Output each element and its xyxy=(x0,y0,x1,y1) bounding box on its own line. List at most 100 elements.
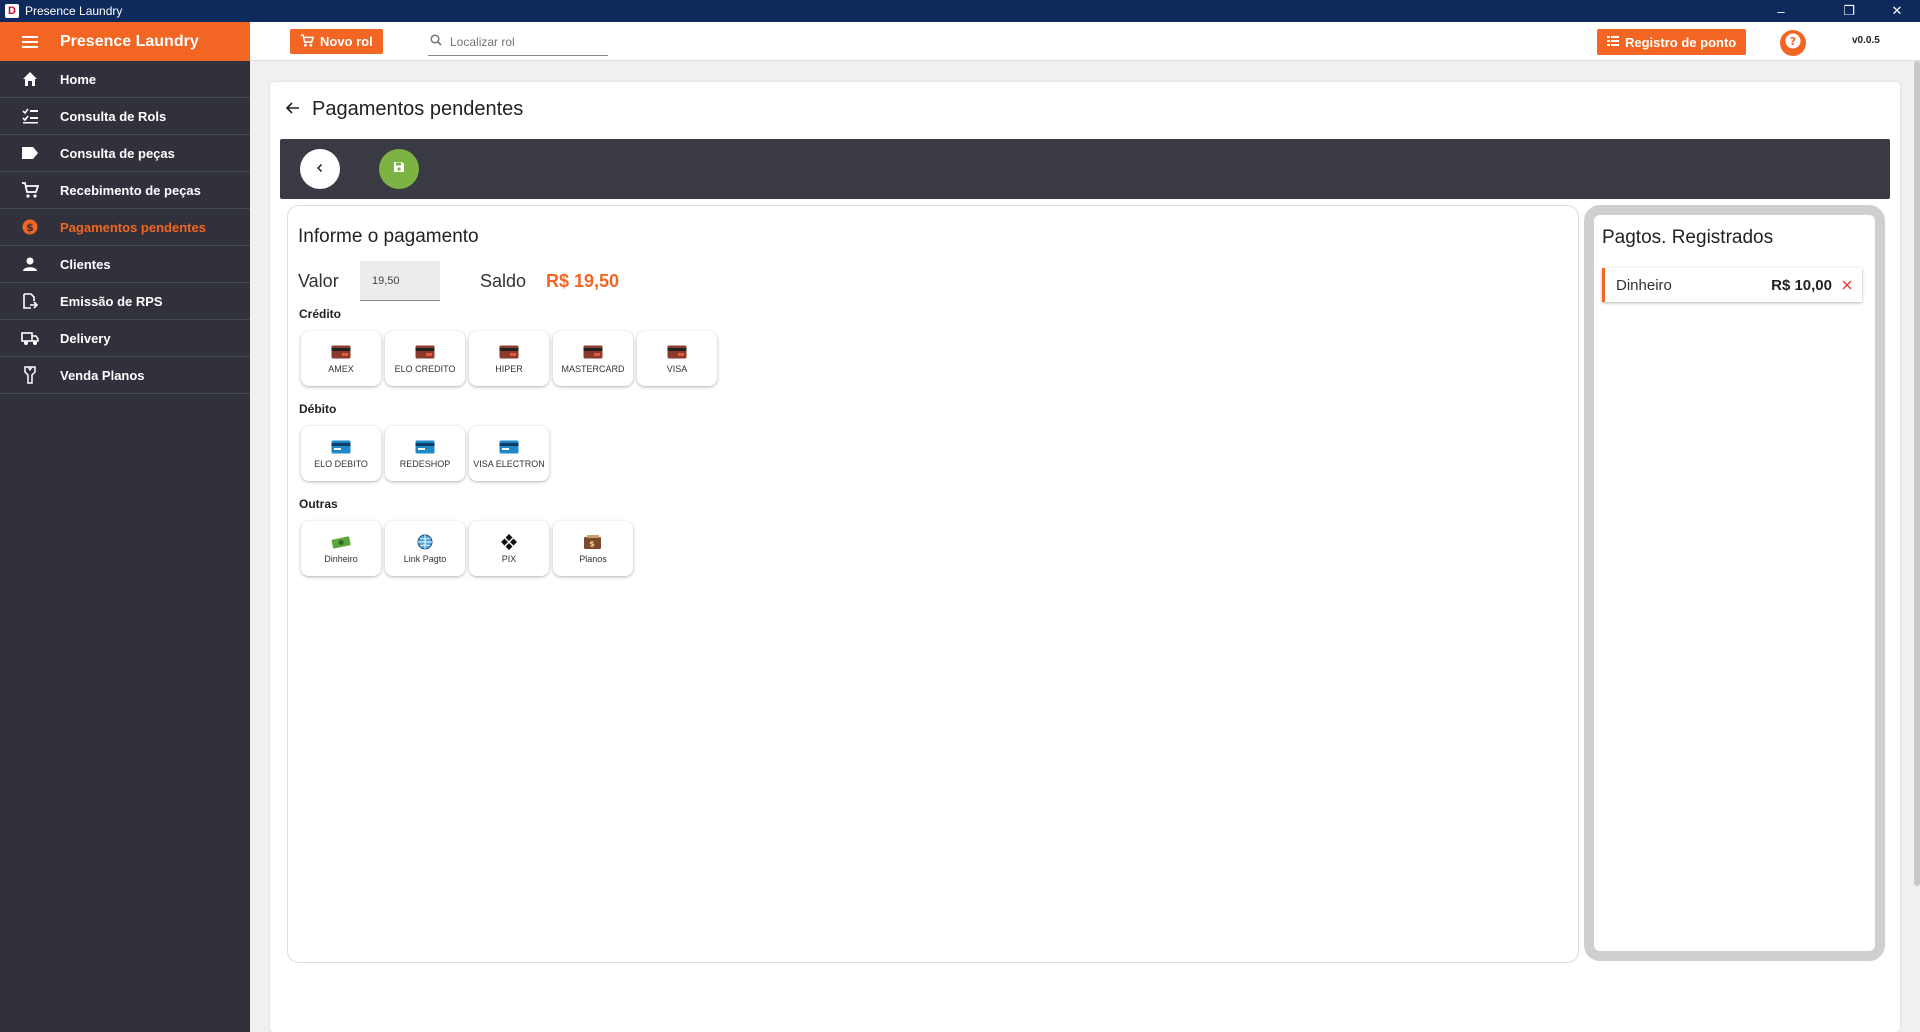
registered-payments-panel: Pagtos. Registrados Dinheiro R$ 10,00 xyxy=(1584,205,1885,961)
payment-option-label: REDESHOP xyxy=(399,459,451,469)
credit-card-icon xyxy=(415,344,435,360)
debito-options: ELO DEBITO REDESHOP VISA ELECTRON xyxy=(301,426,549,481)
tag-icon xyxy=(0,146,60,160)
sidebar-item-label: Consulta de Rols xyxy=(60,108,167,124)
home-icon xyxy=(0,71,60,87)
restore-icon[interactable]: ❐ xyxy=(1826,0,1872,22)
clock-list-icon xyxy=(1607,35,1619,50)
sidebar-brand: Presence Laundry xyxy=(0,22,250,61)
truck-icon xyxy=(0,330,60,346)
window-title: Presence Laundry xyxy=(25,4,123,18)
registro-label: Registro de ponto xyxy=(1625,34,1737,50)
sidebar-item-label: Consulta de peças xyxy=(60,145,175,161)
sidebar-item-label: Recebimento de peças xyxy=(60,182,201,198)
registro-de-ponto-button[interactable]: Registro de ponto xyxy=(1597,29,1747,55)
sidebar-item-emissao-rps[interactable]: Emissão de RPS xyxy=(0,283,250,320)
search-input[interactable] xyxy=(450,34,590,49)
outras-title: Outras xyxy=(299,497,338,511)
person-icon xyxy=(0,256,60,272)
payment-panel-title: Informe o pagamento xyxy=(298,226,479,247)
debit-card-icon xyxy=(499,439,519,455)
chevron-left-icon xyxy=(315,160,325,178)
credito-title: Crédito xyxy=(299,307,341,321)
hanger-icon xyxy=(0,366,60,384)
payment-option-elo-credito[interactable]: ELO CREDITO xyxy=(385,331,465,386)
sidebar-item-venda-planos[interactable]: Venda Planos xyxy=(0,357,250,394)
main-content: Pagamentos pendentes Informe o pagamento… xyxy=(270,82,1900,1032)
sidebar-item-consulta-pecas[interactable]: Consulta de peças xyxy=(0,135,250,172)
payment-option-pix[interactable]: PIX xyxy=(469,521,549,576)
sidebar-item-label: Venda Planos xyxy=(60,367,145,383)
valor-row: Valor Saldo R$ 19,50 xyxy=(298,260,619,302)
brand-name: Presence Laundry xyxy=(60,32,199,50)
window-titlebar: D Presence Laundry – ❐ ✕ xyxy=(0,0,1920,22)
sidebar-item-label: Emissão de RPS xyxy=(60,293,163,309)
payment-entry-panel: Informe o pagamento Valor Saldo R$ 19,50… xyxy=(287,205,1579,963)
credito-options: AMEX ELO CREDITO HIPER MASTERCARD VISA xyxy=(301,331,717,386)
sidebar-item-label: Home xyxy=(60,71,97,87)
minimize-icon[interactable]: – xyxy=(1758,0,1804,22)
save-icon xyxy=(393,160,405,178)
search-icon xyxy=(430,34,442,49)
svg-text:$: $ xyxy=(26,221,34,234)
page-header: Pagamentos pendentes xyxy=(285,98,523,121)
hamburger-menu-icon[interactable] xyxy=(0,35,60,48)
payment-option-label: ELO DEBITO xyxy=(314,459,368,469)
back-arrow-icon[interactable] xyxy=(285,101,300,119)
credit-card-icon xyxy=(331,344,351,360)
debit-card-icon xyxy=(331,439,351,455)
save-button[interactable] xyxy=(379,149,419,189)
back-button[interactable] xyxy=(300,149,340,189)
novo-rol-label: Novo rol xyxy=(320,34,373,49)
document-export-icon xyxy=(0,293,60,309)
sidebar: Presence Laundry Home Consulta de Rols C… xyxy=(0,22,250,1032)
sidebar-item-delivery[interactable]: Delivery xyxy=(0,320,250,357)
sidebar-item-consulta-rols[interactable]: Consulta de Rols xyxy=(0,98,250,135)
credit-card-icon xyxy=(583,344,603,360)
cart-icon xyxy=(0,182,60,198)
payment-option-planos[interactable]: $ Planos xyxy=(553,521,633,576)
payment-option-label: Link Pagto xyxy=(403,554,447,564)
registered-payment-item: Dinheiro R$ 10,00 xyxy=(1602,268,1862,302)
payment-option-visa[interactable]: VISA xyxy=(637,331,717,386)
payment-option-hiper[interactable]: HIPER xyxy=(469,331,549,386)
remove-payment-icon[interactable] xyxy=(1832,280,1862,290)
close-window-icon[interactable]: ✕ xyxy=(1874,0,1920,22)
registered-payment-amount: R$ 10,00 xyxy=(1771,276,1832,294)
payment-option-label: AMEX xyxy=(328,364,354,374)
valor-label: Valor xyxy=(298,270,339,291)
sidebar-item-recebimento-pecas[interactable]: Recebimento de peças xyxy=(0,172,250,209)
saldo-value: R$ 19,50 xyxy=(546,270,620,291)
svg-text:$: $ xyxy=(589,540,595,549)
payment-option-elo-debito[interactable]: ELO DEBITO xyxy=(301,426,381,481)
app-logo-icon: D xyxy=(5,4,19,18)
payment-option-amex[interactable]: AMEX xyxy=(301,331,381,386)
payment-option-link-pagto[interactable]: Link Pagto xyxy=(385,521,465,576)
valor-input[interactable] xyxy=(360,261,440,301)
checklist-icon xyxy=(0,108,60,124)
outras-options: Dinheiro Link Pagto PIX $ Planos xyxy=(301,521,633,576)
cash-icon xyxy=(331,534,351,550)
debito-title: Débito xyxy=(299,402,337,416)
payment-option-label: HIPER xyxy=(495,364,523,374)
payment-option-visa-electron[interactable]: VISA ELECTRON xyxy=(469,426,549,481)
payment-option-redeshop[interactable]: REDESHOP xyxy=(385,426,465,481)
payment-option-mastercard[interactable]: MASTERCARD xyxy=(553,331,633,386)
sidebar-item-home[interactable]: Home xyxy=(0,61,250,98)
vertical-scrollbar[interactable] xyxy=(1914,61,1920,886)
sidebar-item-clientes[interactable]: Clientes xyxy=(0,246,250,283)
payment-option-label: PIX xyxy=(501,554,517,564)
search-rol[interactable] xyxy=(428,28,608,56)
registered-payments-title: Pagtos. Registrados xyxy=(1602,227,1774,248)
wallet-icon: $ xyxy=(583,534,603,550)
novo-rol-button[interactable]: Novo rol xyxy=(290,29,383,54)
svg-text:?: ? xyxy=(1790,35,1796,48)
payment-option-dinheiro[interactable]: Dinheiro xyxy=(301,521,381,576)
help-button[interactable]: ? xyxy=(1780,30,1806,56)
sidebar-item-label: Pagamentos pendentes xyxy=(60,219,206,235)
cart-icon xyxy=(300,33,315,50)
question-icon: ? xyxy=(1785,33,1801,54)
debit-card-icon xyxy=(415,439,435,455)
dollar-icon: $ xyxy=(0,219,60,235)
sidebar-item-pagamentos-pendentes[interactable]: $ Pagamentos pendentes xyxy=(0,209,250,246)
